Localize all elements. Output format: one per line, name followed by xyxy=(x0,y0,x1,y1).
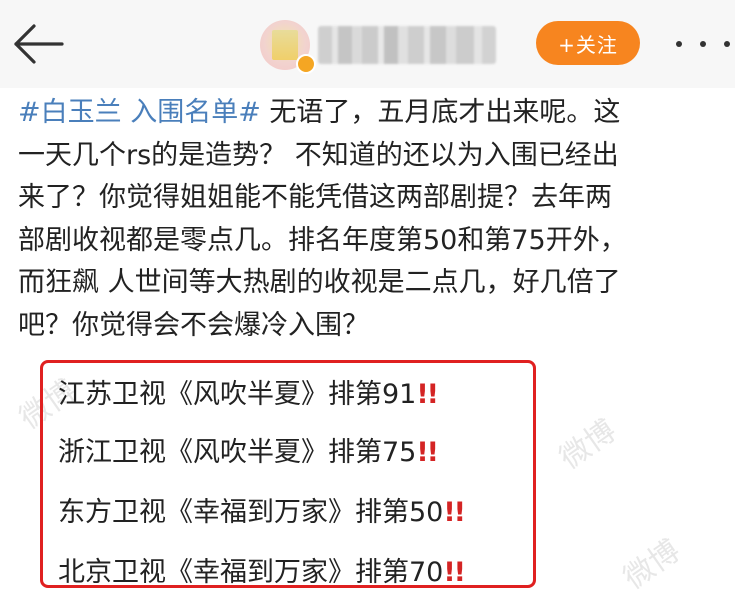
hashtag-link[interactable]: #白玉兰 入围名单# xyxy=(18,97,261,128)
post-line: #白玉兰 入围名单# 无语了，五月底才出来呢。这 xyxy=(18,92,730,135)
post-line: 部剧收视都是零点几。排名年度第50和第75开外， xyxy=(18,224,627,256)
ranking-text: 浙江卫视《风吹半夏》排第75 xyxy=(58,437,417,468)
username-blurred[interactable] xyxy=(318,26,496,64)
ranking-text: 北京卫视《幸福到万家》排第70 xyxy=(58,557,444,588)
ranking-text: 江苏卫视《风吹半夏》排第91 xyxy=(58,379,417,410)
post-line-text: 无语了，五月底才出来呢。这 xyxy=(260,97,621,128)
ranking-item: 东方卫视《幸福到万家》排第50!! xyxy=(58,490,466,529)
avatar-image xyxy=(272,30,298,60)
post-line: 来了？你觉得姐姐能不能凭借这两部剧提？去年两 xyxy=(18,182,612,213)
top-nav-bar: +关注 xyxy=(0,0,735,88)
ranking-text: 东方卫视《幸福到万家》排第50 xyxy=(58,497,444,528)
post-line: 一天几个rs的是造势？ 不知道的还以为入围已经出 xyxy=(18,139,619,171)
ranking-item: 江苏卫视《风吹半夏》排第91!! xyxy=(58,372,439,411)
weibo-watermark: 微博 xyxy=(617,533,687,597)
arrow-left-icon xyxy=(14,24,64,64)
ranking-item: 浙江卫视《风吹半夏》排第75!! xyxy=(58,430,439,469)
verified-badge-icon xyxy=(296,54,316,74)
back-button[interactable] xyxy=(12,22,64,66)
post-line: 吧？你觉得会不会爆冷入围？ xyxy=(18,309,369,341)
ellipsis-icon xyxy=(676,41,682,47)
weibo-watermark: 微博 xyxy=(553,413,623,477)
post-line: 而狂飙 人世间等大热剧的收视是二点几，好几倍了 xyxy=(18,267,621,298)
double-exclamation-icon: !! xyxy=(443,557,466,588)
ranking-item: 北京卫视《幸福到万家》排第70!! xyxy=(58,550,466,589)
follow-button[interactable]: +关注 xyxy=(536,21,640,65)
post-body: #白玉兰 入围名单# 无语了，五月底才出来呢。这 一天几个rs的是造势？ 不知道… xyxy=(18,92,730,347)
ellipsis-icon xyxy=(724,41,730,47)
double-exclamation-icon: !! xyxy=(443,497,466,528)
double-exclamation-icon: !! xyxy=(416,437,439,468)
double-exclamation-icon: !! xyxy=(416,379,439,410)
more-options-button[interactable] xyxy=(676,30,730,58)
ellipsis-icon xyxy=(700,41,706,47)
